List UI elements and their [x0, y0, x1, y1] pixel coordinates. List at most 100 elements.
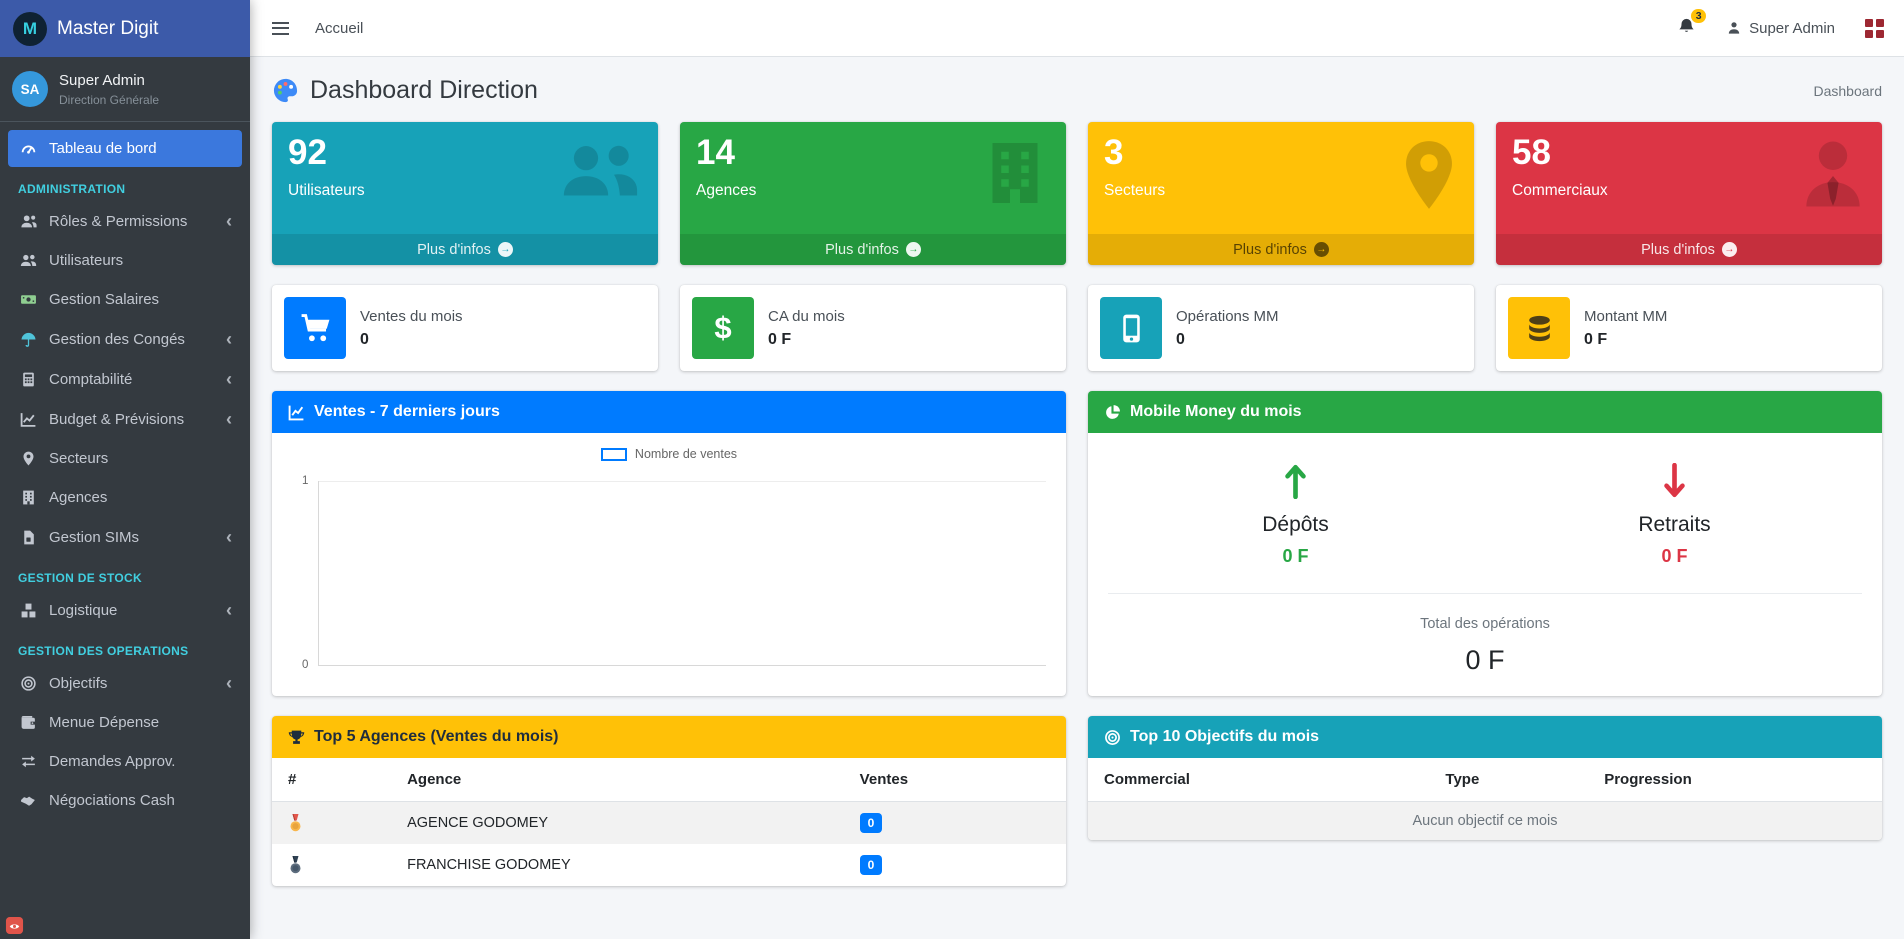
palette-icon: [272, 77, 299, 104]
chevron-left-icon: ‹: [226, 410, 232, 428]
withdrawals-block: Retraits 0 F: [1485, 463, 1864, 567]
table-header-row: # Agence Ventes: [272, 758, 1066, 802]
sidebar-item-gestion-salaires[interactable]: Gestion Salaires: [8, 281, 242, 318]
chart-line-icon: [18, 411, 38, 428]
calculator-icon: [18, 371, 38, 388]
top-objectives-title: Top 10 Objectifs du mois: [1130, 728, 1319, 746]
sidebar-item-roles-permissions[interactable]: Rôles & Permissions ‹: [8, 202, 242, 240]
small-box-footer-link[interactable]: Plus d'infos →: [1496, 234, 1882, 265]
sidebar-item-label: Agences: [49, 489, 107, 506]
withdrawals-label: Retraits: [1485, 513, 1864, 537]
mobile-money-card: Mobile Money du mois Dépôts 0 F Retrai: [1088, 391, 1882, 696]
more-info-label: Plus d'infos: [825, 242, 899, 258]
small-box-commerciaux: 58 Commerciaux Plus d'infos →: [1496, 122, 1882, 265]
agency-name: AGENCE GODOMEY: [391, 802, 844, 845]
info-box-operations-mm: Opérations MM 0: [1088, 285, 1474, 371]
sidebar-item-menue-depense[interactable]: Menue Dépense: [8, 704, 242, 741]
user-icon: [1726, 20, 1742, 36]
tachometer-icon: [18, 140, 38, 157]
info-box-text: Montant MM 0 F: [1584, 308, 1667, 349]
sidebar-item-label: Demandes Approv.: [49, 753, 175, 770]
small-box-footer-link[interactable]: Plus d'infos →: [680, 234, 1066, 265]
info-box-ventes-du-mois: Ventes du mois 0: [272, 285, 658, 371]
deposits-value: 0 F: [1106, 546, 1485, 567]
sidebar-item-utilisateurs[interactable]: Utilisateurs: [8, 242, 242, 279]
main-area: Accueil 3 Super Admin Dashboard Directio…: [250, 0, 1904, 939]
small-box-footer-link[interactable]: Plus d'infos →: [272, 234, 658, 265]
sidebar-item-gestion-sims[interactable]: Gestion SIMs ‹: [8, 518, 242, 556]
users-icon: [18, 252, 38, 269]
user-menu[interactable]: Super Admin: [1726, 20, 1835, 37]
sim-card-icon: [18, 529, 38, 546]
info-box-text: CA du mois 0 F: [768, 308, 845, 349]
chart-line-icon: [288, 404, 305, 421]
sidebar-item-objectifs[interactable]: Objectifs ‹: [8, 664, 242, 702]
sidebar-item-demandes-approv[interactable]: Demandes Approv.: [8, 743, 242, 780]
bullseye-icon: [1104, 729, 1121, 746]
info-box-label: CA du mois: [768, 308, 845, 325]
arrow-circle-right-icon: →: [1722, 242, 1737, 257]
pie-chart-icon: [1104, 404, 1121, 421]
notifications-button[interactable]: 3: [1677, 17, 1696, 40]
chevron-left-icon: ‹: [226, 528, 232, 546]
sidebar-item-logistique[interactable]: Logistique ‹: [8, 591, 242, 629]
debugbar-icon[interactable]: [5, 916, 24, 935]
fullscreen-grid-icon[interactable]: [1865, 19, 1884, 38]
brand-logo: M: [13, 12, 47, 46]
sidebar-item-comptabilite[interactable]: Comptabilité ‹: [8, 360, 242, 398]
user-name[interactable]: Super Admin: [59, 72, 159, 89]
boxes-icon: [18, 602, 38, 619]
arrow-circle-right-icon: →: [906, 242, 921, 257]
brand-link[interactable]: M Master Digit: [0, 0, 250, 57]
sidebar-item-label: Secteurs: [49, 450, 108, 467]
sidebar-item-agences[interactable]: Agences: [8, 479, 242, 516]
dollar-icon: $: [692, 297, 754, 359]
exchange-icon: [18, 753, 38, 770]
column-header-rank: #: [272, 758, 391, 802]
table-row: FRANCHISE GODOMEY 0: [272, 844, 1066, 886]
silver-medal-icon: [288, 856, 375, 875]
nav-link-accueil[interactable]: Accueil: [315, 20, 363, 37]
hamburger-menu-icon[interactable]: [270, 14, 291, 42]
user-tie-icon: [1800, 138, 1866, 213]
map-marker-icon: [18, 450, 38, 467]
y-axis-tick: 0: [302, 659, 308, 671]
mobile-icon: [1100, 297, 1162, 359]
sidebar-item-label: Gestion Salaires: [49, 291, 159, 308]
chart-legend[interactable]: Nombre de ventes: [290, 447, 1048, 461]
money-icon: [18, 291, 38, 308]
mobile-money-grid: Dépôts 0 F Retraits 0 F: [1106, 463, 1864, 567]
sidebar-item-negociations-cash[interactable]: Négociations Cash: [8, 782, 242, 819]
sidebar-item-gestion-conges[interactable]: Gestion des Congés ‹: [8, 320, 242, 358]
avatar[interactable]: SA: [12, 71, 48, 107]
total-operations-label: Total des opérations: [1106, 616, 1864, 632]
sidebar-item-secteurs[interactable]: Secteurs: [8, 440, 242, 477]
deposits-label: Dépôts: [1106, 513, 1485, 537]
more-info-label: Plus d'infos: [1233, 242, 1307, 258]
small-box-secteurs: 3 Secteurs Plus d'infos →: [1088, 122, 1474, 265]
sidebar-item-tableau-de-bord[interactable]: Tableau de bord: [8, 130, 242, 167]
building-icon: [980, 138, 1050, 212]
trophy-icon: [288, 729, 305, 746]
empty-message: Aucun objectif ce mois: [1088, 802, 1882, 841]
chevron-left-icon: ‹: [226, 370, 232, 388]
small-box-footer-link[interactable]: Plus d'infos →: [1088, 234, 1474, 265]
table-row: AGENCE GODOMEY 0: [272, 802, 1066, 845]
arrow-circle-right-icon: →: [1314, 242, 1329, 257]
sidebar-item-label: Comptabilité: [49, 371, 132, 388]
info-box-label: Ventes du mois: [360, 308, 463, 325]
info-box-value: 0 F: [1584, 331, 1667, 349]
app-wrapper: M Master Digit SA Super Admin Direction …: [0, 0, 1904, 939]
sidebar-section-gestion-de-stock: GESTION DE STOCK: [8, 558, 242, 591]
chevron-left-icon: ‹: [226, 330, 232, 348]
top-objectives-header: Top 10 Objectifs du mois: [1088, 716, 1882, 758]
sidebar-section-administration: ADMINISTRATION: [8, 169, 242, 202]
top-navbar: Accueil 3 Super Admin: [250, 0, 1904, 57]
column-header-commercial: Commercial: [1088, 758, 1429, 802]
withdrawals-value: 0 F: [1485, 546, 1864, 567]
tables-row: Top 5 Agences (Ventes du mois) # Agence …: [272, 716, 1882, 886]
info-box-montant-mm: Montant MM 0 F: [1496, 285, 1882, 371]
sidebar-item-label: Logistique: [49, 602, 117, 619]
sidebar-item-budget-previsions[interactable]: Budget & Prévisions ‹: [8, 400, 242, 438]
top-objectives-card: Top 10 Objectifs du mois Commercial Type…: [1088, 716, 1882, 840]
